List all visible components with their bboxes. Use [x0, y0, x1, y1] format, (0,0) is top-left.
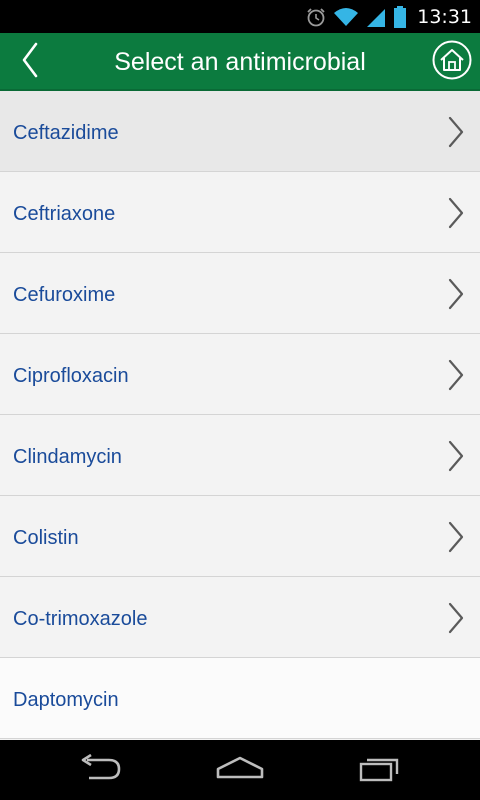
chevron-right-icon	[448, 602, 464, 634]
chevron-left-icon	[20, 41, 40, 84]
nav-home-button[interactable]	[190, 740, 290, 800]
chevron-right-icon	[448, 359, 464, 391]
app-bar: Select an antimicrobial	[0, 33, 480, 91]
list-item-label: Ceftazidime	[13, 122, 119, 144]
antimicrobial-list: Ceftazidime Ceftriaxone Cefuroxime Cipro…	[0, 91, 480, 740]
chevron-right-icon	[448, 521, 464, 553]
status-clock: 13:31	[417, 5, 472, 28]
alarm-icon	[305, 6, 327, 28]
page-title: Select an antimicrobial	[114, 48, 366, 76]
status-icons: 13:31	[305, 0, 472, 33]
home-icon	[215, 755, 265, 786]
wifi-icon	[333, 6, 359, 28]
chevron-right-icon	[448, 116, 464, 148]
recents-icon	[357, 754, 403, 787]
list-item[interactable]: Ceftriaxone	[0, 172, 480, 253]
list-item[interactable]: Ceftazidime	[0, 91, 480, 172]
list-item[interactable]: Ciprofloxacin	[0, 334, 480, 415]
list-item[interactable]: Cefuroxime	[0, 253, 480, 334]
chevron-right-icon	[448, 440, 464, 472]
battery-icon	[393, 5, 407, 29]
list-item[interactable]: Clindamycin	[0, 415, 480, 496]
home-button[interactable]	[432, 40, 472, 85]
list-item-label: Cefuroxime	[13, 284, 116, 306]
list-item-label: Ciprofloxacin	[13, 365, 129, 387]
signal-icon	[365, 6, 387, 28]
list-item-label: Co-trimoxazole	[13, 608, 148, 630]
list-item-label: Daptomycin	[13, 689, 119, 711]
list-item[interactable]: Colistin	[0, 496, 480, 577]
list-item[interactable]: Daptomycin	[0, 658, 480, 739]
chevron-right-icon	[448, 278, 464, 310]
back-icon	[77, 753, 123, 787]
system-nav-bar	[0, 740, 480, 800]
nav-back-button[interactable]	[50, 740, 150, 800]
chevron-right-icon	[448, 197, 464, 229]
home-icon	[432, 40, 472, 85]
list-item[interactable]: Co-trimoxazole	[0, 577, 480, 658]
nav-recents-button[interactable]	[330, 740, 430, 800]
list-item-label: Colistin	[13, 527, 79, 549]
list-item-label: Clindamycin	[13, 446, 122, 468]
list-item-label: Ceftriaxone	[13, 203, 116, 225]
status-bar: 13:31	[0, 0, 480, 33]
back-button[interactable]	[0, 33, 60, 91]
